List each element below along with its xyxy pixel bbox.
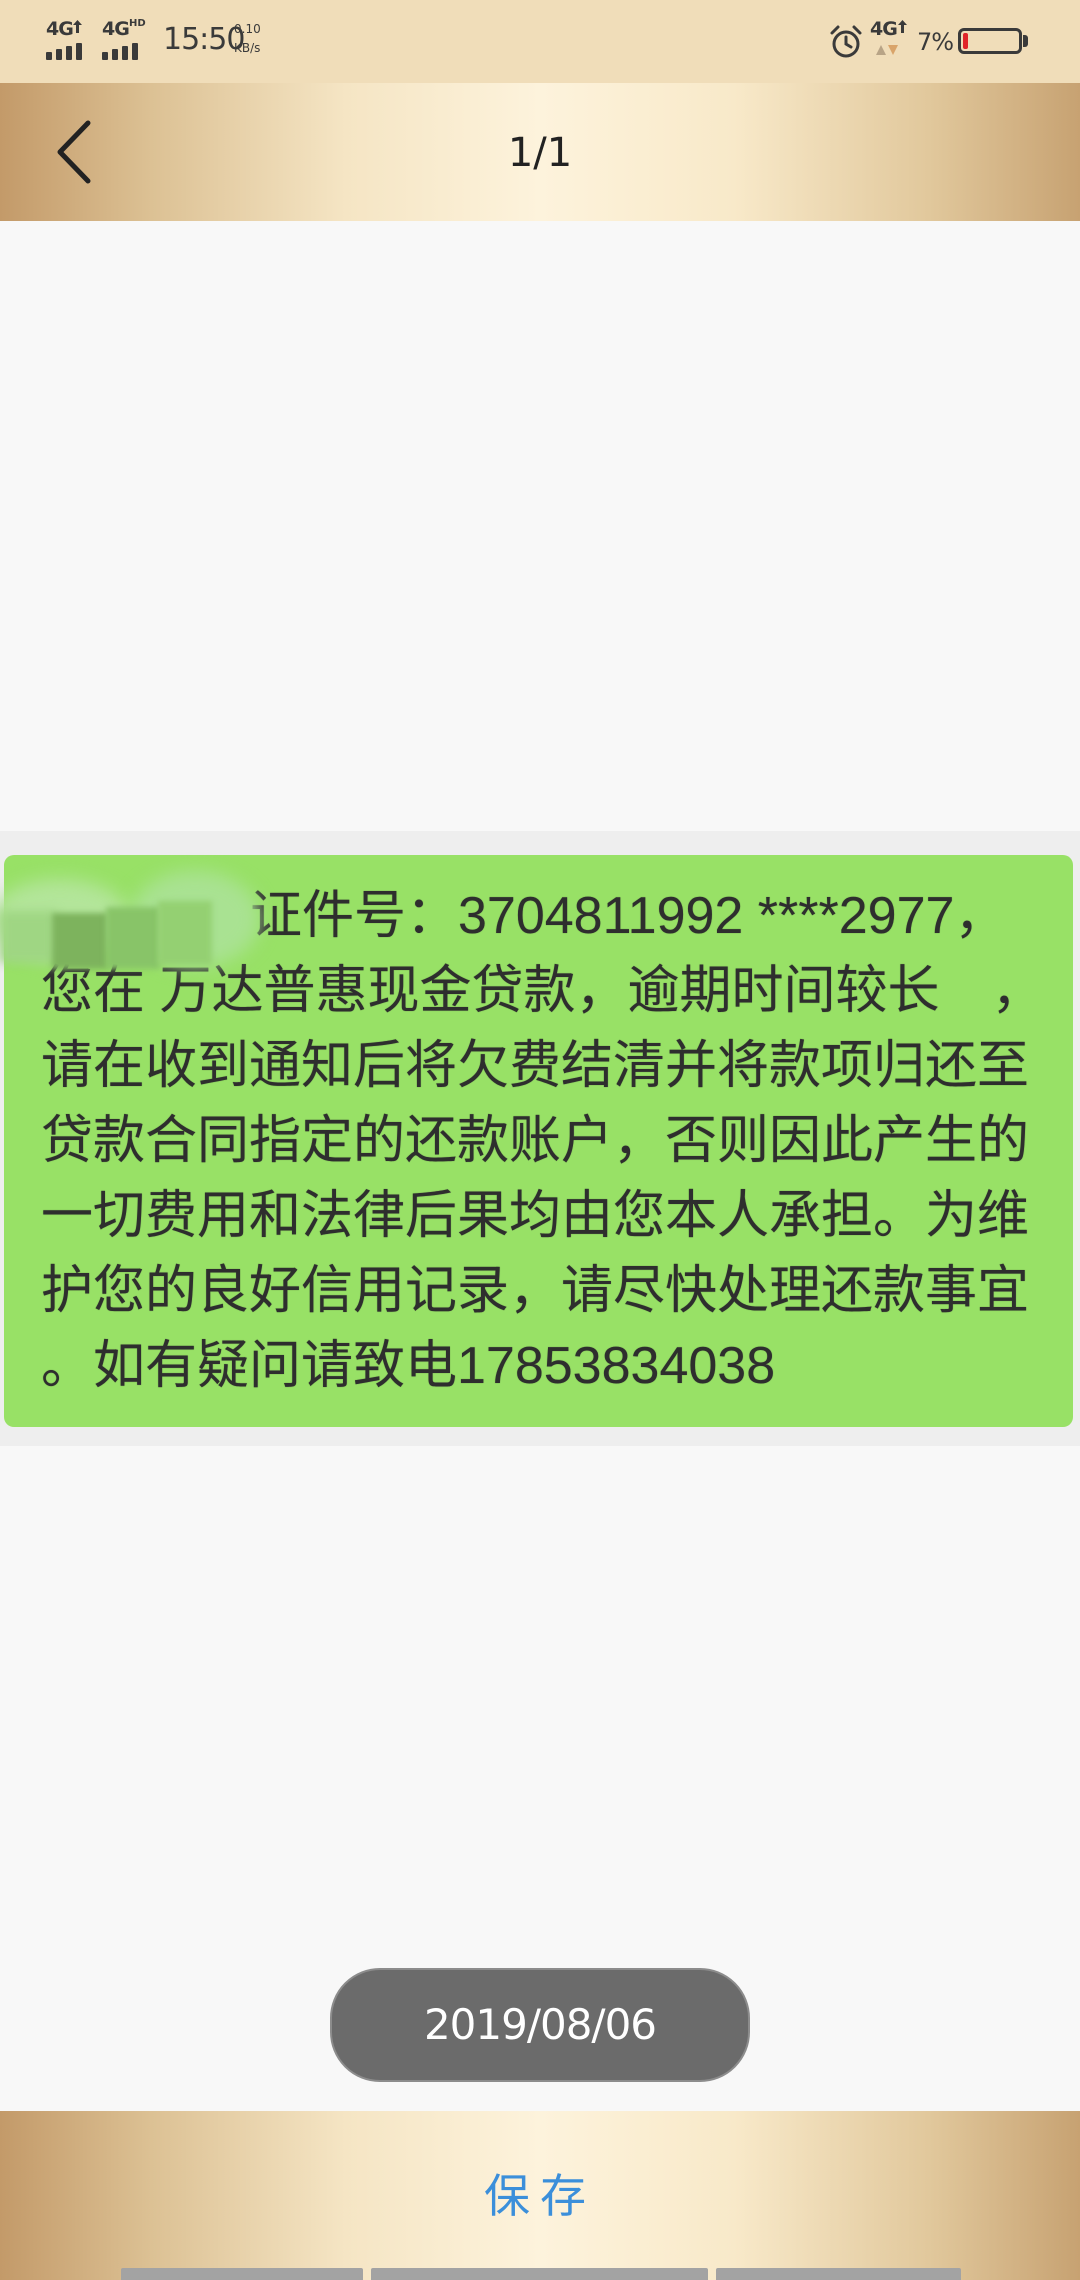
upload-arrow-icon (898, 20, 907, 33)
battery-percent: 7% (917, 28, 954, 56)
alarm-clock-icon (830, 25, 862, 58)
bottom-indicator-segment (121, 2268, 363, 2280)
network-speed: 0.10 KB/s (234, 20, 274, 58)
message-line: 护您的良好信用记录，请尽快处理还款事宜 (41, 1262, 1030, 1320)
battery-level-fill (963, 33, 968, 49)
bottom-action-bar: 保存 (0, 2111, 1080, 2280)
signal-bars-icon (46, 43, 92, 60)
image-timestamp-badge: 2019/08/06 04:25:34 (330, 1968, 750, 2159)
network-speed-unit: KB/s (234, 41, 261, 55)
sim2-signal: 4G HD (102, 18, 152, 60)
back-button[interactable] (36, 107, 126, 197)
mobile-data-network-label: 4G (870, 18, 898, 40)
sim2-hd-badge: HD (129, 18, 146, 29)
chevron-left-icon (57, 120, 91, 184)
data-down-activity-icon (888, 45, 898, 55)
data-up-activity-icon (876, 45, 886, 55)
sim2-network-label: 4G (102, 18, 130, 40)
status-bar: 4G 4G HD 15:50 0.10 KB/s 4G 7% (0, 0, 1080, 83)
sim1-network-label: 4G (46, 18, 74, 40)
message-line: 证件号：3704811992 ****2977， (250, 887, 1007, 945)
network-speed-value: 0.10 (234, 22, 261, 36)
clock-time: 15:50 (163, 22, 245, 57)
mobile-data-indicator: 4G (870, 20, 914, 60)
battery-terminal (1023, 35, 1028, 47)
save-button[interactable]: 保存 (440, 2161, 640, 2231)
page-counter-title: 1/1 (507, 130, 573, 176)
message-line: 。如有疑问请致电17853834038 (41, 1337, 776, 1395)
pixelated-redaction (0, 871, 270, 996)
bottom-indicator-segment (716, 2268, 961, 2280)
bottom-indicator-segment (371, 2268, 708, 2280)
message-line: 请在收到通知后将欠费结清并将款项归还至 (41, 1037, 1030, 1095)
battery-icon (958, 28, 1022, 54)
upload-arrow-icon (73, 20, 82, 33)
signal-bars-icon (102, 43, 148, 60)
message-line: 一切费用和法律后果均由您本人承担。为维 (41, 1187, 1030, 1245)
message-screenshot-image: 证件号：3704811992 ****2977， 您在 万达普惠现金贷款，逾期时… (0, 831, 1080, 1446)
sim1-signal: 4G (46, 20, 96, 60)
viewer-header: 1/1 (0, 83, 1080, 221)
message-line: 贷款合同指定的还款账户，否则因此产生的 (41, 1112, 1030, 1170)
